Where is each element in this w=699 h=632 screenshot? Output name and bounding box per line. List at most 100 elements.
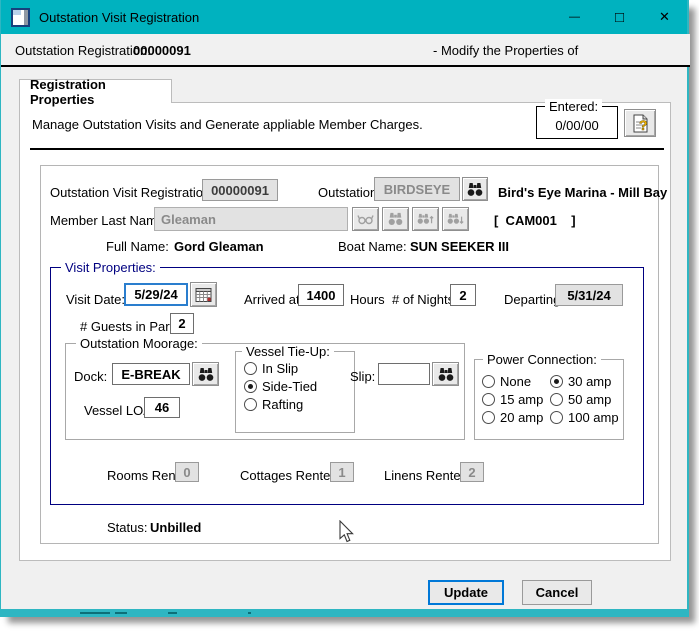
update-button[interactable]: Update [428, 580, 504, 605]
binoculars-icon [438, 367, 453, 381]
radio-label: 30 amp [568, 374, 612, 389]
member-last-name-field[interactable]: Gleaman [154, 207, 348, 231]
entered-groupbox: Entered: 0/00/00 [536, 99, 618, 139]
full-name-value: Gord Gleaman [174, 239, 264, 254]
radio-icon [550, 411, 563, 424]
header-strip: Outstation Registration: 00000091 - Modi… [1, 34, 690, 67]
dock-field[interactable]: E-BREAK [112, 363, 190, 385]
dialog-shadow-wrap: Outstation Visit Registration — □ ✕ Outs… [0, 0, 690, 617]
radio-label: Rafting [262, 397, 304, 412]
radio-label: In Slip [262, 361, 299, 376]
svg-text:?: ? [639, 117, 648, 133]
window-title: Outstation Visit Registration [39, 9, 200, 25]
nights-field[interactable]: 2 [450, 284, 476, 306]
tab-registration-properties[interactable]: Registration Properties [19, 77, 172, 107]
radio-icon [244, 380, 257, 393]
radio-icon [550, 393, 563, 406]
radio-label: 100 amp [568, 410, 619, 425]
departing-field: 5/31/24 [555, 284, 623, 306]
entered-label: Entered: [545, 99, 603, 114]
tab-label: Registration Properties [30, 76, 106, 107]
status-value: Unbilled [150, 520, 202, 535]
dock-search-button[interactable] [192, 362, 219, 386]
radio-power-100amp[interactable]: 100 amp [550, 410, 619, 425]
outstation-visit-registration-dialog: Outstation Visit Registration — □ ✕ Outs… [0, 0, 690, 609]
full-name-label: Full Name: [106, 239, 169, 254]
radio-icon [244, 362, 257, 375]
maximize-button[interactable]: □ [597, 0, 642, 34]
nights-label: # of Nights: [392, 292, 458, 307]
radio-power-20amp[interactable]: 20 amp [482, 410, 543, 425]
member-search-next-button[interactable] [442, 207, 469, 231]
boat-name-value: SUN SEEKER III [410, 239, 509, 254]
member-last-name-label: Member Last Name: [50, 213, 168, 228]
radio-rafting[interactable]: Rafting [244, 397, 303, 412]
modify-properties-text: - Modify the Properties of [433, 43, 579, 58]
binoculars-icon [198, 367, 213, 381]
binoculars-icon [388, 212, 403, 225]
arrived-at-field[interactable]: 1400 [298, 284, 344, 306]
help-button[interactable]: ? [624, 109, 656, 137]
radio-in-slip[interactable]: In Slip [244, 361, 298, 376]
form-window-icon [11, 7, 30, 27]
dock-label: Dock: [74, 369, 108, 384]
mouse-cursor [339, 520, 354, 543]
member-view-button[interactable] [352, 207, 379, 231]
entered-value: 0/00/00 [555, 118, 599, 133]
guests-label: # Guests in Party: [80, 319, 184, 334]
visit-properties-title: Visit Properties: [61, 260, 160, 275]
member-search-prev-button[interactable] [412, 207, 439, 231]
radio-label: Side-Tied [262, 379, 318, 394]
power-connection-title: Power Connection: [483, 352, 601, 367]
visit-date-field[interactable]: 5/29/24 [124, 283, 188, 306]
title-bar[interactable]: Outstation Visit Registration — □ ✕ [1, 0, 687, 34]
outstation-code-field[interactable]: BIRDSEYE [374, 177, 460, 201]
boat-name-label: Boat Name: [338, 239, 407, 254]
radio-power-50amp[interactable]: 50 amp [550, 392, 611, 407]
hours-suffix: Hours [350, 292, 385, 307]
status-label: Status: [107, 520, 148, 535]
cottages-rented-label: Cottages Rented: [240, 468, 342, 483]
registration-properties-panel: Manage Outstation Visits and Generate ap… [19, 99, 671, 561]
member-code: [ CAM001 ] [494, 213, 576, 228]
slip-search-button[interactable] [432, 362, 459, 386]
screen: Outstation Visit Registration — □ ✕ Outs… [0, 0, 699, 632]
outstation-registration-number: 00000091 [133, 43, 191, 58]
calendar-icon [195, 287, 212, 302]
cottages-rented-field: 1 [330, 462, 354, 482]
radio-power-none[interactable]: None [482, 374, 531, 389]
header-separator-line [30, 148, 664, 150]
radio-icon [244, 398, 257, 411]
radio-icon [550, 375, 563, 388]
minimize-button[interactable]: — [552, 0, 597, 34]
outstation-label: Outstation: [318, 185, 381, 200]
radio-icon [482, 411, 495, 424]
guests-field[interactable]: 2 [170, 313, 194, 334]
arrived-at-label: Arrived at: [244, 292, 304, 307]
slip-field[interactable] [378, 363, 430, 385]
radio-label: 15 amp [500, 392, 544, 407]
outstation-search-button[interactable] [462, 177, 488, 201]
rooms-rented-field: 0 [175, 462, 199, 482]
binoculars-down-icon [447, 213, 464, 225]
visit-date-label: Visit Date: [66, 292, 126, 307]
binoculars-up-icon [417, 213, 434, 224]
linens-rented-label: Linens Rented: [384, 468, 472, 483]
radio-icon [482, 375, 495, 388]
radio-icon [482, 393, 495, 406]
help-icon: ? [633, 114, 648, 133]
registration-id-field: 00000091 [202, 179, 278, 201]
close-button[interactable]: ✕ [642, 0, 687, 34]
member-search-button[interactable] [382, 207, 409, 231]
slip-label: Slip: [350, 369, 376, 384]
radio-power-15amp[interactable]: 15 amp [482, 392, 543, 407]
radio-side-tied[interactable]: Side-Tied [244, 379, 317, 394]
vessel-loa-field[interactable]: 46 [144, 397, 180, 418]
cancel-button[interactable]: Cancel [522, 580, 592, 605]
outstation-registration-label: Outstation Registration: [15, 43, 151, 58]
visit-date-calendar-button[interactable] [190, 282, 217, 307]
binoculars-icon [467, 182, 483, 196]
radio-power-30amp[interactable]: 30 amp [550, 374, 611, 389]
outstation-moorage-title: Outstation Moorage: [76, 336, 202, 351]
radio-label: 50 amp [568, 392, 612, 407]
